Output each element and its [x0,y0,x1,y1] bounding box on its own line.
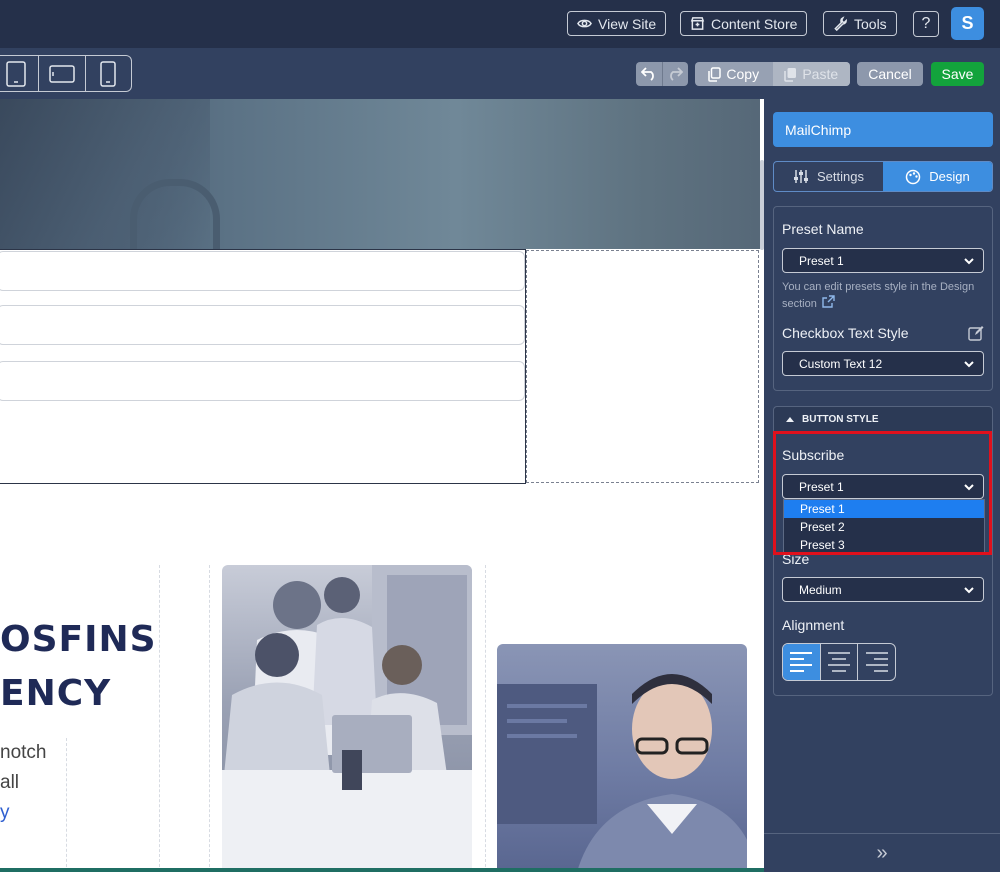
help-button[interactable]: ? [913,11,939,37]
user-avatar[interactable]: S [951,7,984,40]
chevron-down-icon [964,258,974,265]
preset-hint-text: You can edit presets style in the Design… [782,281,975,310]
help-icon: ? [921,15,931,32]
button-style-header-label: BUTTON STYLE [802,413,879,425]
top-bar: View Site Content Store Tools ? S [0,0,1000,48]
form-field-2[interactable] [0,305,525,345]
paragraph-line-2: all [0,772,20,793]
view-site-label: View Site [598,15,657,32]
align-right-icon [865,652,888,672]
mailchimp-form-block[interactable] [0,249,526,484]
man-portrait-image [497,674,747,872]
tools-label: Tools [854,15,887,32]
tab-settings[interactable]: Settings [774,162,883,191]
hero-chair-shape [130,179,220,249]
preset-hint: You can edit presets style in the Design… [782,279,982,312]
checkbox-text-style-select[interactable]: Custom Text 12 [782,351,984,376]
tablet-landscape-button[interactable] [39,56,86,91]
undo-button[interactable] [636,62,662,86]
team-meeting-photo[interactable] [222,565,472,872]
checkbox-text-style-value: Custom Text 12 [799,356,883,371]
button-style-header[interactable]: BUTTON STYLE [774,407,992,431]
undo-icon [640,67,654,81]
edit-icon[interactable] [968,325,984,341]
chevron-down-icon [964,361,974,368]
preset-name-value: Preset 1 [799,253,844,268]
external-link-icon[interactable] [822,295,835,308]
tablet-portrait-icon [5,60,26,87]
palette-icon [906,169,921,184]
align-center-icon [828,652,850,672]
view-site-button[interactable]: View Site [567,11,667,36]
highlight-box [773,431,992,555]
chevron-down-icon [964,587,974,594]
paste-label: Paste [802,66,839,82]
size-select[interactable]: Medium [782,577,984,602]
sliders-icon [794,170,808,183]
form-field-3[interactable] [0,361,525,401]
panel-tabs: Settings Design [773,161,993,192]
copy-button[interactable]: Copy [695,62,773,86]
redo-icon [670,67,684,81]
canvas-bottom-edge [0,868,764,872]
redo-button[interactable] [661,62,689,86]
wrench-icon [834,16,847,31]
copy-label: Copy [726,66,760,82]
store-icon [690,17,705,30]
tab-settings-label: Settings [817,169,864,184]
content-store-label: Content Store [711,15,798,32]
form-field-1[interactable] [0,251,525,291]
save-button[interactable]: Save [931,62,984,86]
paragraph-line-1: notch [0,742,47,763]
avatar-letter: S [961,13,974,33]
eye-icon [577,19,592,28]
column-divider [209,565,210,872]
tab-design[interactable]: Design [883,162,992,191]
copy-icon [708,66,722,82]
tablet-landscape-icon [49,64,75,83]
empty-column-block[interactable] [526,250,759,483]
copy-paste-group: Copy Paste [695,62,850,86]
column-divider [159,565,160,872]
alignment-group [782,643,896,681]
caret-up-icon [786,417,794,422]
undo-redo-group [636,62,688,86]
cancel-button[interactable]: Cancel [857,62,923,86]
device-switcher [0,55,132,92]
alignment-label: Alignment [782,617,845,633]
column-divider [485,565,486,872]
preset-name-label: Preset Name [782,221,864,237]
align-left-button[interactable] [783,644,821,680]
mobile-button[interactable] [86,56,131,91]
heading-line-1: OSFINS [0,619,157,660]
tab-design-label: Design [929,169,970,184]
align-left-icon [790,652,813,672]
double-chevron-right-icon: » [876,841,888,864]
team-meeting-image [222,565,472,872]
paragraph-line-3: y [0,802,10,823]
mobile-icon [100,60,117,87]
paste-button[interactable]: Paste [772,62,850,86]
tools-button[interactable]: Tools [823,11,897,36]
heading-line-2: ENCY [0,673,112,714]
paste-icon [784,67,797,82]
man-portrait-photo[interactable] [497,644,747,872]
hero-image [0,99,760,249]
page-canvas: OSFINS ENCY notch all y [0,99,764,872]
editor-toolbar [0,48,1000,99]
preset-name-select[interactable]: Preset 1 [782,248,984,273]
column-divider [66,738,67,872]
content-store-button[interactable]: Content Store [680,11,808,36]
size-value: Medium [799,582,842,597]
panel-title: MailChimp [773,112,993,147]
align-right-button[interactable] [858,644,895,680]
checkbox-text-style-label: Checkbox Text Style [782,325,909,341]
canvas-scrollbar[interactable] [760,160,764,250]
tablet-portrait-button[interactable] [0,56,40,91]
align-center-button[interactable] [821,644,859,680]
collapse-panel-button[interactable]: » [764,833,1000,872]
